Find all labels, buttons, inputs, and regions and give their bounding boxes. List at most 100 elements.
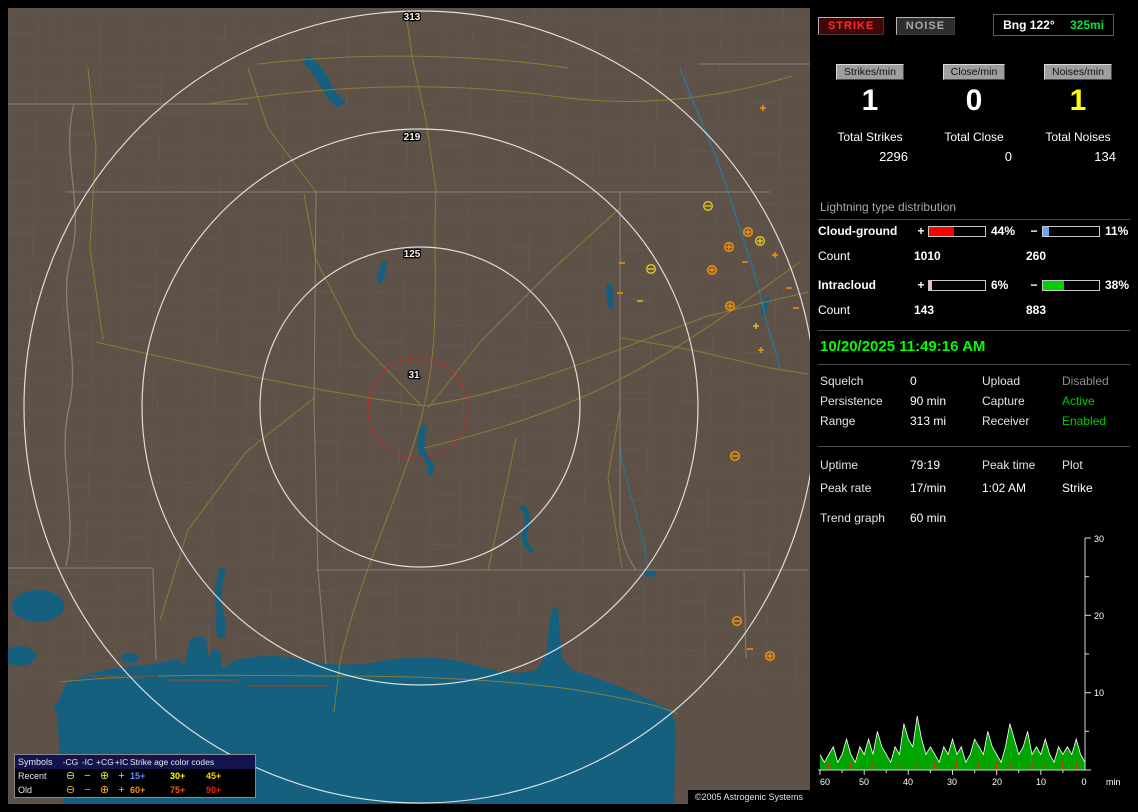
legend-symbols-label: Symbols xyxy=(18,757,62,767)
datetime-display: 10/20/2025 11:49:16 AM xyxy=(818,338,1130,355)
total-value-row: 2296 0 134 xyxy=(818,149,1130,164)
ring-label-313: 313 xyxy=(404,12,421,23)
ring-label-31: 31 xyxy=(408,370,420,381)
ring-label-125: 125 xyxy=(404,249,421,260)
capture-label: Capture xyxy=(982,394,1062,408)
uptime-label: Uptime xyxy=(820,458,910,472)
cloud-ground-count-row: Count 1010 260 xyxy=(818,249,1130,263)
settings-row-1: Squelch 0 Upload Disabled xyxy=(818,374,1130,388)
intracloud-label: Intracloud xyxy=(818,278,914,292)
cg-negative-pct: 11% xyxy=(1100,224,1130,238)
status-sidebar: STRIKE NOISE Bng 122° 325mi Strikes/min … xyxy=(818,8,1130,804)
close-rate-value: 0 xyxy=(922,84,1026,118)
svg-text:20: 20 xyxy=(992,777,1002,787)
svg-text:10: 10 xyxy=(1036,777,1046,787)
legend-header-row: Symbols -CG -IC +CG +IC Strike age color… xyxy=(15,755,255,769)
plus-sign: + xyxy=(914,278,928,292)
age-45: 45+ xyxy=(206,771,242,781)
copyright-notice: ©2005 Astrogenic Systems xyxy=(688,790,810,804)
legend-old-row: Old ⊖ − ⊕ + 60+ 75+ 90+ xyxy=(15,783,255,797)
peak-time-label: Peak time xyxy=(982,458,1062,472)
trend-x-unit: min xyxy=(1106,777,1121,787)
lightning-map[interactable]: 313 219 125 31 xyxy=(8,8,810,804)
plot-label: Plot xyxy=(1062,458,1132,472)
svg-text:10: 10 xyxy=(1094,688,1104,698)
range-label: Range xyxy=(820,414,910,428)
ring-label-219: 219 xyxy=(404,132,421,143)
svg-text:0: 0 xyxy=(1081,777,1086,787)
trend-y-labels: 30 20 10 xyxy=(1094,534,1104,698)
recent-pos-ic-icon: + xyxy=(113,771,130,781)
close-per-min-button[interactable]: Close/min xyxy=(943,64,1006,80)
old-pos-cg-icon: ⊕ xyxy=(96,785,113,795)
old-neg-cg-icon: ⊖ xyxy=(62,785,79,795)
total-strikes-value: 2296 xyxy=(818,149,922,164)
strike-legend: Symbols -CG -IC +CG +IC Strike age color… xyxy=(14,754,256,798)
legend-recent-row: Recent ⊖ − ⊕ + 15+ 30+ 45+ xyxy=(15,769,255,783)
strike-mode-button[interactable]: STRIKE xyxy=(818,17,884,35)
cg-positive-count: 1010 xyxy=(914,249,1026,263)
ic-negative-pct: 38% xyxy=(1100,278,1130,292)
bearing-panel: Bng 122° 325mi xyxy=(993,14,1114,36)
receiver-value: Enabled xyxy=(1062,414,1132,428)
trend-window-value: 60 min xyxy=(910,511,1132,525)
ic-positive-bar xyxy=(928,280,986,291)
total-noises-value: 134 xyxy=(1026,149,1130,164)
recent-neg-cg-icon: ⊖ xyxy=(62,771,79,781)
trend-header: Trend graph 60 min xyxy=(818,511,1130,525)
total-noises-label: Total Noises xyxy=(1026,130,1130,144)
settings-row-2: Persistence 90 min Capture Active xyxy=(818,394,1130,408)
settings-row-3: Range 313 mi Receiver Enabled xyxy=(818,414,1130,428)
uptime-value: 79:19 xyxy=(910,458,982,472)
strikes-rate-value: 1 xyxy=(818,84,922,118)
range-value: 313 mi xyxy=(910,414,982,428)
age-30: 30+ xyxy=(170,771,206,781)
noises-rate-value: 1 xyxy=(1026,84,1130,118)
peak-time-value: 1:02 AM xyxy=(982,481,1062,495)
divider xyxy=(818,364,1130,365)
rate-header-row: Strikes/min Close/min Noises/min xyxy=(818,62,1130,80)
total-close-label: Total Close xyxy=(922,130,1026,144)
squelch-value: 0 xyxy=(910,374,982,388)
persistence-label: Persistence xyxy=(820,394,910,408)
noises-per-min-button[interactable]: Noises/min xyxy=(1044,64,1112,80)
cg-negative-bar xyxy=(1042,226,1100,237)
trend-graph-label: Trend graph xyxy=(820,511,910,525)
old-pos-ic-icon: + xyxy=(113,785,130,795)
persistence-value: 90 min xyxy=(910,394,982,408)
age-75: 75+ xyxy=(170,785,206,795)
legend-col-neg-ic: -IC xyxy=(79,757,96,767)
count-label: Count xyxy=(818,303,914,317)
capture-value: Active xyxy=(1062,394,1132,408)
cg-positive-bar xyxy=(928,226,986,237)
divider xyxy=(818,446,1130,447)
range-readout: 325mi xyxy=(1070,18,1104,32)
distribution-title: Lightning type distribution xyxy=(818,200,1130,220)
recent-pos-cg-icon: ⊕ xyxy=(96,771,113,781)
cloud-ground-row: Cloud-ground + 44% − 11% xyxy=(818,224,1130,238)
receiver-label: Receiver xyxy=(982,414,1062,428)
cg-negative-count: 260 xyxy=(1026,249,1130,263)
strikes-per-min-button[interactable]: Strikes/min xyxy=(836,64,904,80)
intracloud-count-row: Count 143 883 xyxy=(818,303,1130,317)
legend-col-pos-ic: +IC xyxy=(113,757,130,767)
legend-old-label: Old xyxy=(18,785,62,795)
svg-text:50: 50 xyxy=(859,777,869,787)
svg-text:30: 30 xyxy=(1094,534,1104,544)
bearing-readout: Bng 122° xyxy=(1003,18,1054,32)
total-close-value: 0 xyxy=(922,149,1026,164)
legend-col-pos-cg: +CG xyxy=(96,757,113,767)
recent-neg-ic-icon: − xyxy=(79,771,96,781)
status-row-2: Peak rate 17/min 1:02 AM Strike xyxy=(818,481,1130,495)
status-row-1: Uptime 79:19 Peak time Plot xyxy=(818,458,1130,472)
svg-text:30: 30 xyxy=(947,777,957,787)
old-neg-ic-icon: − xyxy=(79,785,96,795)
peak-rate-value: 17/min xyxy=(910,481,982,495)
noise-mode-button[interactable]: NOISE xyxy=(896,17,955,35)
cloud-ground-label: Cloud-ground xyxy=(818,224,914,238)
age-60: 60+ xyxy=(130,785,170,795)
map-panel[interactable]: 313 219 125 31 Symbols -CG -IC +CG +IC S… xyxy=(8,8,810,804)
svg-text:20: 20 xyxy=(1094,611,1104,621)
age-15: 15+ xyxy=(130,771,170,781)
upload-label: Upload xyxy=(982,374,1062,388)
